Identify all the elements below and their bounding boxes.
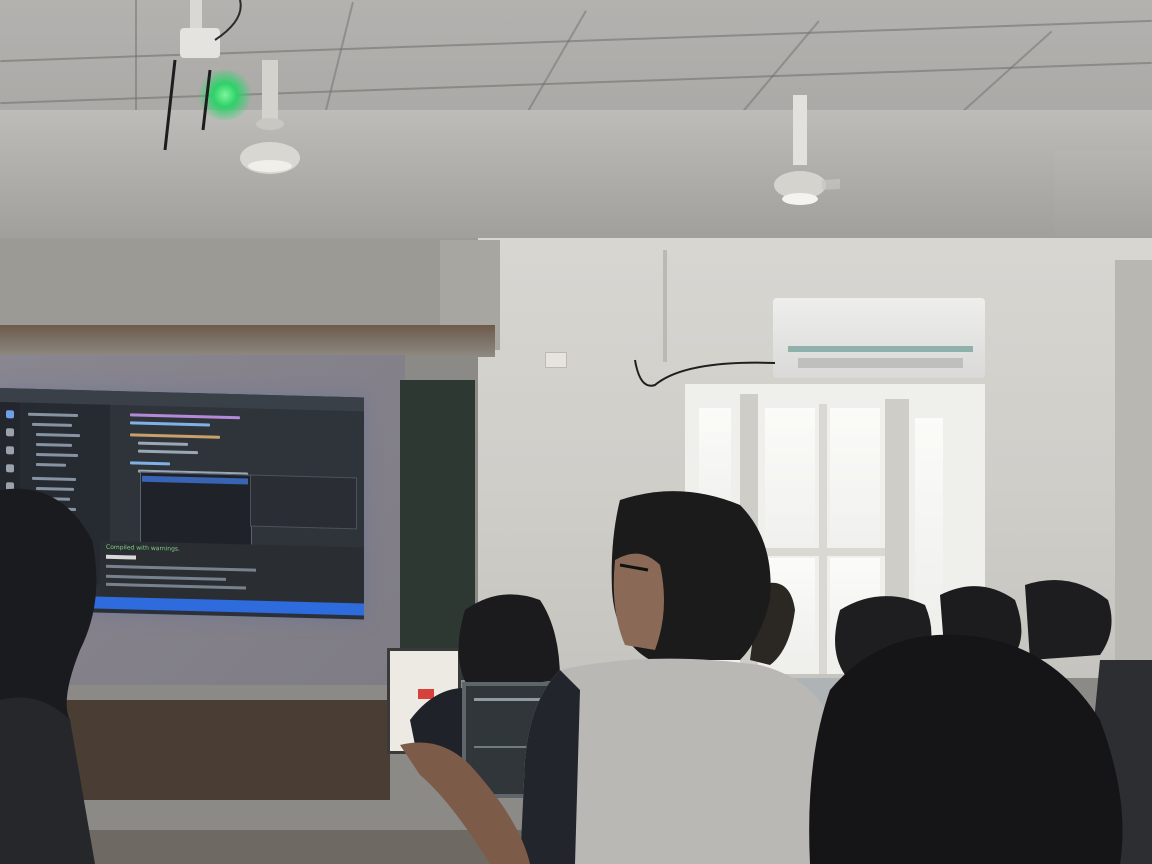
- student-blurred-foreground: [809, 634, 1123, 864]
